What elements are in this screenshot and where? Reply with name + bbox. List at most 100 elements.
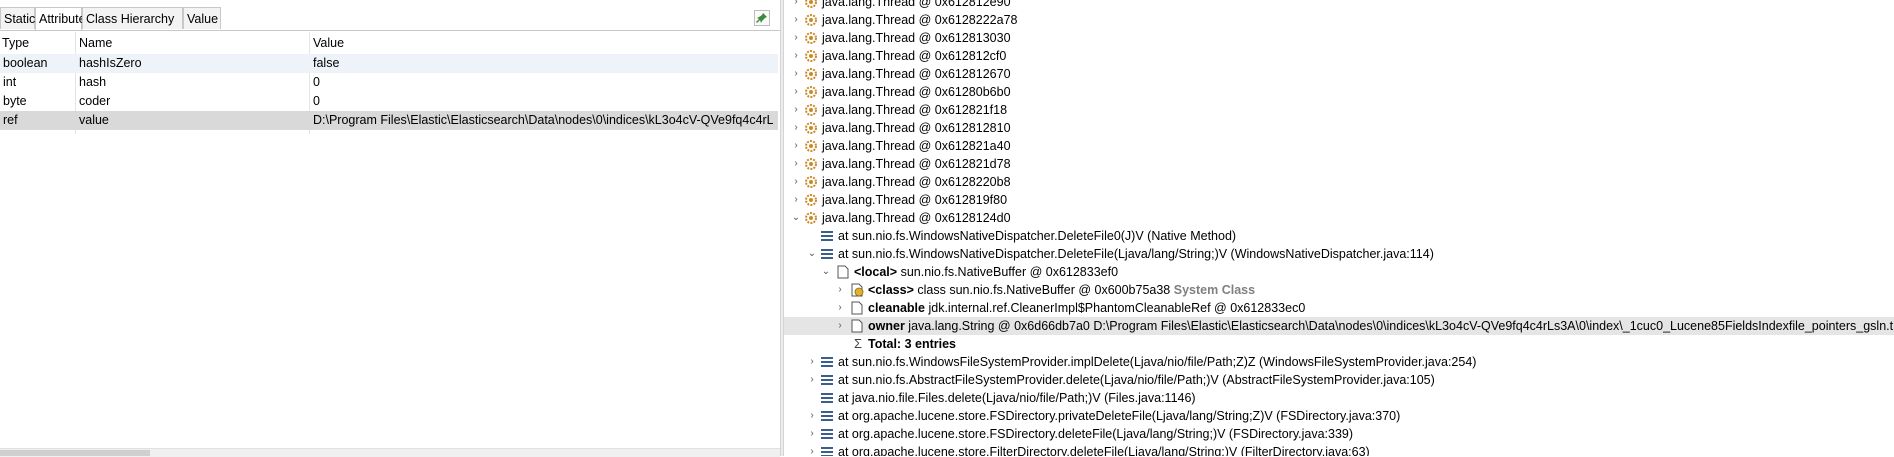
thread-row[interactable]: › java.lang.Thread @ 0x612821f18 [784,101,1894,119]
chevron-right-icon[interactable]: › [806,353,818,371]
table-row[interactable]: boolean hashIsZero false [0,54,778,73]
stack-frame-icon [821,375,833,385]
chevron-right-icon[interactable]: › [790,191,802,209]
chevron-right-icon[interactable]: › [790,155,802,173]
chevron-right-icon[interactable]: › [834,299,846,317]
table-row[interactable]: byte coder 0 [0,92,778,111]
tab-statics[interactable]: Statics [0,7,42,29]
thread-label: java.lang.Thread @ 0x612821f18 [822,103,1008,117]
thread-label: java.lang.Thread @ 0x612821a40 [822,139,1011,153]
thread-row[interactable]: › java.lang.Thread @ 0x612812e90 [784,0,1894,11]
column-header-value[interactable]: Value [313,34,344,52]
chevron-right-icon[interactable]: › [790,29,802,47]
field-value: jdk.internal.ref.CleanerImpl$PhantomClea… [928,301,1306,315]
thread-icon [805,158,817,170]
stack-frame-label: at org.apache.lucene.store.FilterDirecto… [838,445,1370,456]
chevron-right-icon[interactable]: › [790,47,802,65]
cell-name: hash [79,75,107,89]
stack-frame-row[interactable]: › at sun.nio.fs.AbstractFileSystemProvide… [784,371,1894,389]
scrollbar-thumb[interactable] [0,450,150,456]
sigma-icon: Σ [854,336,863,351]
thread-row[interactable]: › java.lang.Thread @ 0x612812cf0 [784,47,1894,65]
chevron-right-icon[interactable]: › [790,173,802,191]
cell-name: value [79,113,109,127]
thread-label: java.lang.Thread @ 0x6128222a78 [822,13,1018,27]
thread-label: java.lang.Thread @ 0x6128220b8 [822,175,1011,189]
thread-label: java.lang.Thread @ 0x612819f80 [822,193,1008,207]
chevron-right-icon[interactable]: › [790,65,802,83]
thread-label: java.lang.Thread @ 0x612821d78 [822,157,1011,171]
tab-value[interactable]: Value [183,7,221,29]
stack-frame-row[interactable]: › at org.apache.lucene.store.FSDirectory.… [784,425,1894,443]
thread-row[interactable]: ⌄ java.lang.Thread @ 0x6128124d0 [784,209,1894,227]
column-header-type[interactable]: Type [2,34,29,52]
thread-row[interactable]: › java.lang.Thread @ 0x612821a40 [784,137,1894,155]
object-icon [851,301,863,315]
thread-icon [805,0,817,8]
chevron-right-icon[interactable]: › [790,101,802,119]
chevron-right-icon[interactable]: › [790,119,802,137]
stack-frame-row[interactable]: › at sun.nio.fs.WindowsFileSystemProvider… [784,353,1894,371]
stack-frame-row[interactable]: ⌄ at sun.nio.fs.WindowsNativeDispatcher.… [784,245,1894,263]
thread-icon [805,212,817,224]
thread-row[interactable]: › java.lang.Thread @ 0x6128220b8 [784,173,1894,191]
total-label: Total: 3 entries [868,337,956,351]
table-row[interactable]: int hash 0 [0,73,778,92]
chevron-right-icon[interactable]: › [806,371,818,389]
chevron-down-icon[interactable]: ⌄ [790,209,802,227]
thread-label: java.lang.Thread @ 0x6128124d0 [822,211,1011,225]
chevron-right-icon[interactable]: › [834,317,846,335]
field-name: cleanable [868,301,925,315]
cell-value: 0 [313,75,320,89]
field-row-selected[interactable]: › owner java.lang.String @ 0x6d66db7a0 D… [784,317,1894,335]
thread-icon [805,14,817,26]
stack-frame-icon [821,429,833,439]
thread-icon [805,176,817,188]
local-variable-row[interactable]: ⌄ <local> sun.nio.fs.NativeBuffer @ 0x61… [784,263,1894,281]
thread-row[interactable]: › java.lang.Thread @ 0x612812810 [784,119,1894,137]
stack-frame-row[interactable]: at java.nio.file.Files.delete(Ljava/nio/… [784,389,1894,407]
thread-row[interactable]: › java.lang.Thread @ 0x612821d78 [784,155,1894,173]
table-row-selected[interactable]: ref value D:\Program Files\Elastic\Elast… [0,111,778,130]
stack-frame-row[interactable]: at sun.nio.fs.WindowsNativeDispatcher.De… [784,227,1894,245]
chevron-down-icon[interactable]: ⌄ [806,245,818,263]
chevron-right-icon[interactable]: › [790,137,802,155]
stack-frame-icon [821,411,833,421]
chevron-right-icon[interactable]: › [806,425,818,443]
thread-row[interactable]: › java.lang.Thread @ 0x612812670 [784,65,1894,83]
class-tag: <class> [868,283,914,297]
field-row[interactable]: › <class> class sun.nio.fs.NativeBuffer … [784,281,1894,299]
stack-frame-label: at org.apache.lucene.store.FSDirectory.d… [838,427,1354,441]
thread-label: java.lang.Thread @ 0x612812810 [822,121,1011,135]
thread-icon [805,32,817,44]
chevron-right-icon[interactable]: › [806,443,818,456]
chevron-right-icon[interactable]: › [790,83,802,101]
tab-attributes[interactable]: Attributes [35,7,92,31]
thread-icon [805,140,817,152]
stack-frame-row[interactable]: › at org.apache.lucene.store.FilterDirect… [784,443,1894,456]
chevron-right-icon[interactable]: › [790,0,802,11]
pin-button[interactable] [754,10,770,26]
cell-type: boolean [3,56,48,70]
chevron-right-icon[interactable]: › [790,11,802,29]
thread-row[interactable]: › java.lang.Thread @ 0x6128222a78 [784,11,1894,29]
class-icon [851,283,864,297]
tab-bar-divider [0,30,780,31]
field-row[interactable]: › cleanable jdk.internal.ref.CleanerImpl… [784,299,1894,317]
thread-label: java.lang.Thread @ 0x61280b6b0 [822,85,1011,99]
thread-row[interactable]: › java.lang.Thread @ 0x612819f80 [784,191,1894,209]
chevron-right-icon[interactable]: › [806,407,818,425]
stack-frame-row[interactable]: › at org.apache.lucene.store.FSDirectory.… [784,407,1894,425]
chevron-down-icon[interactable]: ⌄ [820,263,832,281]
thread-icon [805,104,817,116]
local-tag: <local> [854,265,898,279]
tab-class-hierarchy[interactable]: Class Hierarchy [82,7,183,29]
chevron-right-icon[interactable]: › [834,281,846,299]
thread-row[interactable]: › java.lang.Thread @ 0x612813030 [784,29,1894,47]
thread-row[interactable]: › java.lang.Thread @ 0x61280b6b0 [784,83,1894,101]
thread-label: java.lang.Thread @ 0x612812cf0 [822,49,1007,63]
column-header-name[interactable]: Name [79,34,112,52]
cell-name: coder [79,94,111,108]
field-name: owner [868,319,905,333]
stack-frame-icon [821,447,833,456]
